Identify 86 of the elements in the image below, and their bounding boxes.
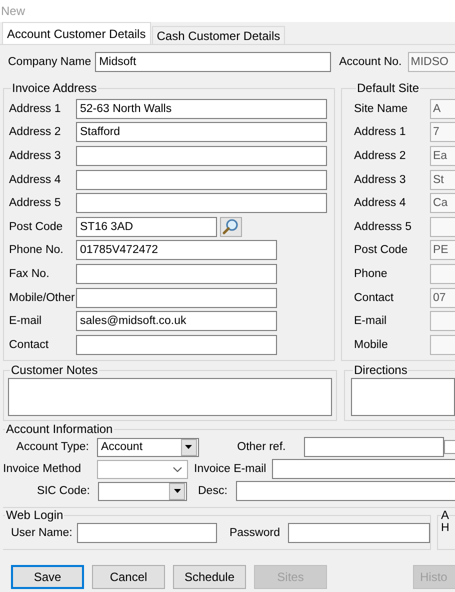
chevron-down-icon xyxy=(173,466,182,472)
input-field[interactable] xyxy=(76,146,327,166)
tab[interactable]: Cash Customer Details xyxy=(152,26,286,44)
checkbox[interactable] xyxy=(444,440,455,454)
input-field[interactable] xyxy=(430,311,455,332)
field-label: H xyxy=(441,522,450,534)
field-label: Address 1 xyxy=(354,126,407,138)
input-field[interactable] xyxy=(76,170,327,190)
input-field[interactable]: ST16 3AD xyxy=(76,216,217,237)
field-label: SIC Code: xyxy=(36,485,91,497)
input-field[interactable] xyxy=(76,334,277,355)
dropdown-arrow-icon xyxy=(185,445,192,449)
input-field[interactable] xyxy=(76,264,277,284)
field-label: Address 3 xyxy=(354,174,407,186)
field-label: Address 3 xyxy=(9,150,62,162)
input-field[interactable]: St xyxy=(430,170,455,190)
tab[interactable]: Account Customer Details xyxy=(2,22,151,44)
input-field[interactable]: 07 xyxy=(430,288,455,308)
input-field[interactable] xyxy=(288,523,430,543)
group-title: Default Site xyxy=(356,81,420,95)
field-label: Addresss 5 xyxy=(354,220,413,233)
input-field[interactable]: 52-63 North Walls xyxy=(76,98,327,119)
action-button[interactable]: Cancel xyxy=(92,565,165,589)
field-label: Address 5 xyxy=(9,197,62,210)
input-field[interactable] xyxy=(304,437,444,457)
field-label: Contact xyxy=(9,338,50,351)
input-field[interactable] xyxy=(430,216,455,237)
field-label: Phone No. xyxy=(9,244,64,256)
field-label: Fax No. xyxy=(9,268,50,280)
input-field[interactable] xyxy=(236,481,455,501)
input-field[interactable] xyxy=(76,193,327,214)
input-field[interactable] xyxy=(76,288,277,308)
group-title: A xyxy=(441,508,450,522)
input-field[interactable]: Stafford xyxy=(76,122,327,142)
field-label: Other ref. xyxy=(236,441,287,453)
input-field[interactable] xyxy=(272,459,455,479)
field-label: Invoice E-mail xyxy=(193,463,268,475)
field-label: Site Name xyxy=(354,102,409,115)
field-label: Post Code xyxy=(354,244,409,256)
notes-field[interactable] xyxy=(8,378,332,416)
field-label: Company Name xyxy=(8,56,92,68)
input-field[interactable]: 7 xyxy=(430,122,455,142)
field-label: Phone xyxy=(354,268,388,280)
group-title: Invoice Address xyxy=(11,81,98,95)
field-label: Address 4 xyxy=(354,197,407,210)
input-field[interactable]: sales@midsoft.co.uk xyxy=(76,311,277,332)
field-label: Mobile/Other xyxy=(9,292,76,304)
field-label: Post Code xyxy=(9,220,64,233)
search-button[interactable] xyxy=(220,216,242,237)
field-label: Account Type: xyxy=(15,441,90,453)
group-title: Directions xyxy=(353,363,408,377)
invoice-method-dropdown[interactable] xyxy=(97,460,188,478)
field-label: E-mail xyxy=(354,315,388,328)
group-title: Account Information xyxy=(5,422,114,436)
input-field[interactable]: MIDSO xyxy=(408,52,455,72)
group-title: Web Login xyxy=(5,508,64,522)
field-label: Mobile xyxy=(354,338,389,351)
field-label: User Name: xyxy=(10,527,74,539)
field-label: Contact xyxy=(354,292,395,304)
input-field[interactable] xyxy=(430,334,455,355)
field-label: E-mail xyxy=(9,315,43,328)
field-label: Address 2 xyxy=(354,150,407,162)
account-type-dropdown[interactable]: Account xyxy=(96,438,199,456)
dropdown-arrow-icon xyxy=(174,489,180,493)
input-field[interactable]: 01785V472472 xyxy=(76,240,277,260)
action-button[interactable]: Schedule xyxy=(173,565,246,589)
field-label: Password xyxy=(228,527,281,539)
field-label: Account No. xyxy=(339,56,402,68)
input-field[interactable]: Ca xyxy=(430,193,455,214)
field-label: Address 4 xyxy=(9,174,62,186)
field-label: Desc: xyxy=(197,485,228,497)
group-title: Customer Notes xyxy=(10,363,99,377)
input-field[interactable]: Midsoft xyxy=(95,52,332,72)
input-field[interactable] xyxy=(430,264,455,284)
search-icon xyxy=(222,218,240,236)
input-field[interactable] xyxy=(76,523,218,543)
input-field[interactable]: A xyxy=(430,98,455,119)
field-label: Address 1 xyxy=(9,102,62,115)
field-label: Address 2 xyxy=(9,126,62,138)
action-button[interactable]: Save xyxy=(11,565,84,589)
sic-code-dropdown[interactable] xyxy=(98,482,187,500)
directions-field[interactable] xyxy=(351,378,455,416)
input-field[interactable]: PE xyxy=(430,240,455,260)
window-title: New xyxy=(1,4,26,18)
input-field[interactable]: Ea xyxy=(430,146,455,166)
field-label: Invoice Method xyxy=(3,463,82,475)
